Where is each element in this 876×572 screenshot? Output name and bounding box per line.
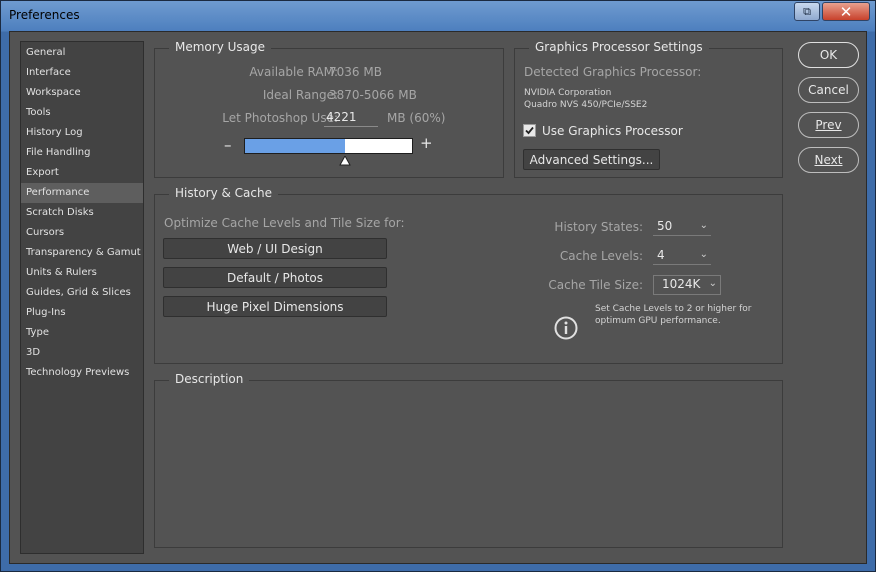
ideal-range-value: 3870-5066 MB bbox=[329, 88, 417, 102]
available-ram-label: Available RAM: bbox=[249, 65, 338, 79]
history-states-select[interactable]: 50 ⌄ bbox=[653, 218, 711, 236]
preferences-window: Preferences ⧉ ✕ General Interface Workspac… bbox=[0, 0, 876, 572]
use-gpu-label[interactable]: Use Graphics Processor bbox=[542, 124, 683, 138]
ideal-range-label: Ideal Range: bbox=[262, 88, 338, 102]
sidebar-item-history-log[interactable]: History Log bbox=[21, 123, 143, 143]
sidebar-item-file-handling[interactable]: File Handling bbox=[21, 143, 143, 163]
sidebar-item-workspace[interactable]: Workspace bbox=[21, 83, 143, 103]
prev-button[interactable]: Prev bbox=[798, 112, 859, 138]
increase-memory-icon[interactable]: + bbox=[420, 134, 433, 152]
description-group: Description bbox=[154, 372, 783, 548]
advanced-settings-button[interactable]: Advanced Settings... bbox=[523, 149, 660, 170]
restore-icon[interactable]: ⧉ bbox=[794, 2, 820, 21]
cache-tile-size-select[interactable]: 1024K ⌄ bbox=[653, 275, 721, 295]
memory-usage-title: Memory Usage bbox=[169, 40, 272, 54]
cache-tile-size-label: Cache Tile Size: bbox=[548, 278, 643, 292]
default-photos-button[interactable]: Default / Photos bbox=[163, 267, 387, 288]
cache-tile-size-value: 1024K bbox=[662, 277, 701, 291]
history-cache-title: History & Cache bbox=[169, 186, 278, 200]
gpu-model: Quadro NVS 450/PCIe/SSE2 bbox=[524, 100, 648, 110]
sidebar-item-general[interactable]: General bbox=[21, 43, 143, 63]
gpu-tip-line1: Set Cache Levels to 2 or higher for bbox=[595, 304, 752, 314]
description-title: Description bbox=[169, 372, 250, 386]
next-button[interactable]: Next bbox=[798, 147, 859, 173]
sidebar-item-units-rulers[interactable]: Units & Rulers bbox=[21, 263, 143, 283]
gpu-tip-line2: optimum GPU performance. bbox=[595, 316, 721, 326]
gpu-vendor: NVIDIA Corporation bbox=[524, 88, 612, 98]
memory-slider-fill bbox=[245, 139, 346, 153]
graphics-processor-title: Graphics Processor Settings bbox=[529, 40, 709, 54]
sidebar-item-tools[interactable]: Tools bbox=[21, 103, 143, 123]
sidebar-item-interface[interactable]: Interface bbox=[21, 63, 143, 83]
chevron-down-icon: ⌄ bbox=[708, 278, 717, 289]
title-bar[interactable]: Preferences ⧉ ✕ bbox=[1, 1, 875, 31]
detected-gpu-label: Detected Graphics Processor: bbox=[524, 65, 702, 79]
sidebar-item-3d[interactable]: 3D bbox=[21, 343, 143, 363]
sidebar-item-type[interactable]: Type bbox=[21, 323, 143, 343]
sidebar-item-cursors[interactable]: Cursors bbox=[21, 223, 143, 243]
category-sidebar: General Interface Workspace Tools History Lo… bbox=[20, 41, 144, 554]
chevron-down-icon: ⌄ bbox=[699, 220, 708, 231]
cache-levels-select[interactable]: 4 ⌄ bbox=[653, 247, 711, 265]
web-ui-design-button[interactable]: Web / UI Design bbox=[163, 238, 387, 259]
photoshop-use-unit: MB (60%) bbox=[387, 111, 446, 125]
memory-slider[interactable] bbox=[244, 138, 413, 154]
photoshop-use-input[interactable]: 4221 bbox=[324, 110, 378, 127]
history-states-value: 50 bbox=[657, 219, 673, 233]
cache-levels-value: 4 bbox=[657, 248, 665, 262]
dialog-body: General Interface Workspace Tools History Lo… bbox=[9, 31, 867, 564]
huge-pixel-dimensions-button[interactable]: Huge Pixel Dimensions bbox=[163, 296, 387, 317]
photoshop-use-value: 4221 bbox=[326, 110, 357, 124]
sidebar-item-guides-grid-slices[interactable]: Guides, Grid & Slices bbox=[21, 283, 143, 303]
ok-button[interactable]: OK bbox=[798, 42, 859, 68]
sidebar-item-transparency-gamut[interactable]: Transparency & Gamut bbox=[21, 243, 143, 263]
available-ram-value: 7036 MB bbox=[329, 65, 382, 79]
sidebar-item-scratch-disks[interactable]: Scratch Disks bbox=[21, 203, 143, 223]
sidebar-item-technology-previews[interactable]: Technology Previews bbox=[21, 363, 143, 383]
window-title: Preferences bbox=[9, 8, 80, 22]
photoshop-use-label: Let Photoshop Use: bbox=[222, 111, 338, 125]
use-gpu-checkbox[interactable] bbox=[523, 124, 536, 137]
decrease-memory-icon[interactable]: – bbox=[224, 136, 232, 154]
optimize-label: Optimize Cache Levels and Tile Size for: bbox=[164, 216, 405, 230]
sidebar-item-plug-ins[interactable]: Plug-Ins bbox=[21, 303, 143, 323]
sidebar-item-performance[interactable]: Performance bbox=[21, 183, 143, 203]
close-icon[interactable]: ✕ bbox=[822, 2, 870, 21]
sidebar-item-export[interactable]: Export bbox=[21, 163, 143, 183]
info-icon bbox=[554, 316, 578, 340]
cache-levels-label: Cache Levels: bbox=[559, 249, 643, 263]
cancel-button[interactable]: Cancel bbox=[798, 77, 859, 103]
history-states-label: History States: bbox=[554, 220, 643, 234]
chevron-down-icon: ⌄ bbox=[699, 249, 708, 260]
